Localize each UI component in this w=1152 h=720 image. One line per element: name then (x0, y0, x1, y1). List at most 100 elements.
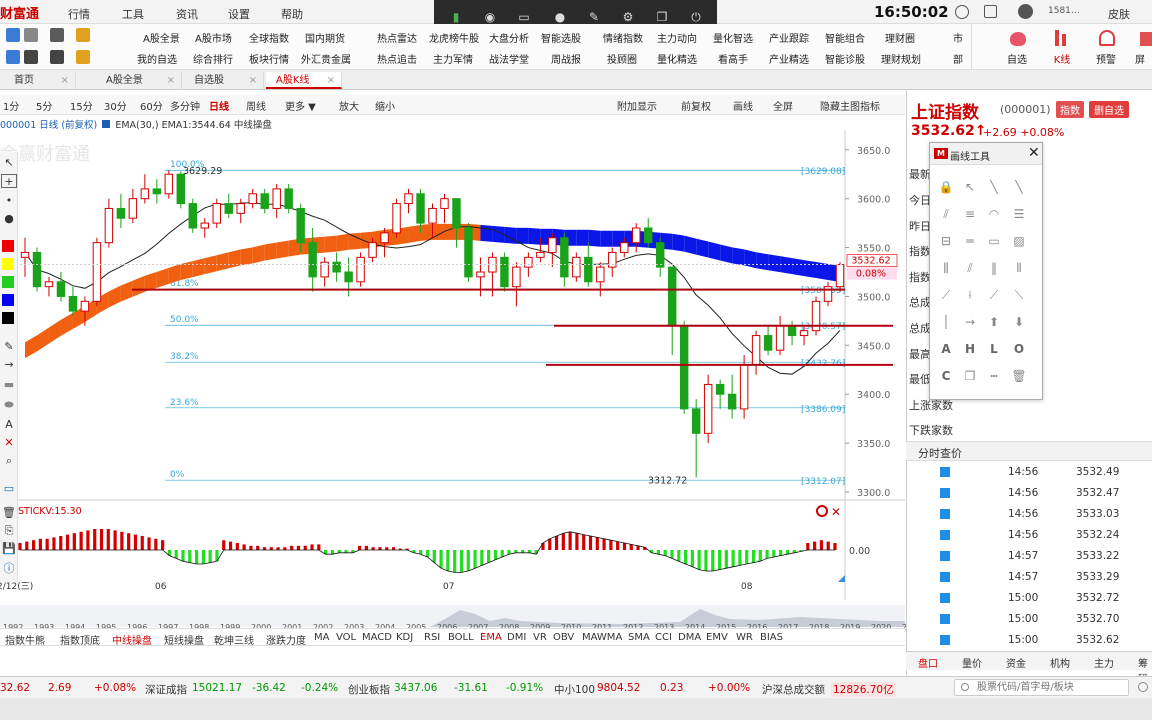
tab-funds[interactable]: 资金 (1006, 655, 1026, 670)
cy-name[interactable]: 创业板指 (348, 682, 390, 697)
andrews-icon[interactable]: ⟊ (961, 286, 979, 304)
drawing-tools-panel[interactable]: M 画线工具 ✕ 🔒 ↖ ╲ ╲ ⫽ ≡ ◠ ☰ ⊟ ═ ▭ ▨ ⫼ ⫽ ‖ ⦀… (929, 142, 1043, 400)
period-30min[interactable]: 30分 (104, 98, 127, 113)
indicator-tab[interactable]: MACD (362, 632, 392, 643)
list-icon[interactable] (24, 28, 38, 42)
copy-icon[interactable]: ❐ (961, 367, 979, 385)
forward-adjust-button[interactable]: 前复权 (681, 98, 711, 113)
cursor-icon[interactable]: ↖ (1, 156, 17, 170)
toolbar-item[interactable]: 产业精选 (769, 51, 809, 66)
toolbar-item[interactable]: 我的自选 (137, 51, 177, 66)
toolbar-item[interactable]: 投顾圈 (607, 51, 637, 66)
color-yellow[interactable] (2, 258, 14, 270)
lock-icon[interactable]: 🔒 (937, 178, 955, 196)
indicator-tab[interactable]: WR (736, 632, 753, 643)
watchlist-button[interactable]: 自选 (997, 51, 1037, 66)
indicator-tab[interactable]: MA (314, 632, 329, 643)
close-icon[interactable]: × (327, 72, 335, 89)
kline-button[interactable]: K线 (1042, 51, 1082, 66)
headset-icon[interactable] (955, 5, 969, 19)
indicator-tab[interactable]: MAWMA (582, 632, 622, 643)
toolbar-item[interactable]: 部 (953, 51, 963, 66)
indicator-tab[interactable]: BOLL (448, 632, 474, 643)
signal-icon[interactable]: ▮ (448, 10, 464, 24)
kline-chart[interactable]: 金赢财富通3300.03350.03400.03450.03500.03550.… (0, 130, 905, 605)
indicator-tab[interactable]: 涨跌力度 (266, 632, 306, 647)
screen-icon[interactable]: ▭ (516, 10, 532, 24)
arrow-right-icon[interactable]: → (961, 313, 979, 331)
up-line-icon[interactable]: ⟋ (985, 286, 1003, 304)
color-black[interactable] (2, 312, 14, 324)
extra-display-button[interactable]: 附加显示 (617, 98, 657, 113)
toolbar-item[interactable]: 看高手 (718, 51, 748, 66)
level-icon[interactable]: ☰ (1010, 205, 1028, 223)
time-zone-icon[interactable]: ⦀ (1010, 259, 1028, 277)
toolbar-item[interactable]: 龙虎榜牛股 (429, 30, 479, 45)
period-1min[interactable]: 1分 (3, 98, 19, 113)
toolbar-item[interactable]: 产业跟踪 (769, 30, 809, 45)
save-icon[interactable]: 💾 (1, 542, 17, 556)
status-icon[interactable] (1138, 682, 1148, 692)
toolbar-item[interactable]: 量化智选 (713, 30, 753, 45)
copy-icon[interactable]: ⎘ (1, 524, 17, 538)
period-60min[interactable]: 60分 (140, 98, 163, 113)
stock-search-input[interactable] (954, 679, 1129, 696)
arrow-down-icon[interactable]: ⬇ (1010, 313, 1028, 331)
toolbar-item[interactable]: 理财规划 (881, 51, 921, 66)
toolbar-item[interactable]: 全球指数 (249, 30, 289, 45)
toolbar-item[interactable]: A股市场 (195, 30, 232, 45)
tab-volume-price[interactable]: 量价 (962, 655, 982, 670)
time-sales-header[interactable]: 分时查价 (906, 441, 1152, 461)
menu-item-tools[interactable]: 工具 (122, 6, 144, 22)
pen-icon[interactable]: ✎ (586, 10, 602, 24)
skin-button[interactable]: 皮肤 (1108, 6, 1130, 22)
hide-indicator-button[interactable]: 隐藏主图指标 (820, 98, 880, 113)
dot-large-icon[interactable]: ● (1, 212, 17, 226)
indicator-tab[interactable]: 乾坤三线 (214, 632, 254, 647)
crosshair-icon[interactable]: + (1, 174, 17, 188)
gann-icon[interactable]: ▨ (1010, 232, 1028, 250)
panel-header[interactable]: M 画线工具 ✕ (930, 143, 1042, 165)
toolbar-item[interactable]: 理财圈 (885, 30, 915, 45)
close-icon[interactable]: × (249, 72, 257, 89)
message-icon[interactable] (984, 5, 997, 18)
dashed-icon[interactable]: ┅ (985, 367, 1003, 385)
rect-icon[interactable]: ▬ (1, 378, 17, 392)
toolbar-item[interactable]: 热点追击 (377, 51, 417, 66)
indicator-tab[interactable]: DMI (507, 632, 526, 643)
indicator-tab[interactable]: RSI (424, 632, 440, 643)
toolbar-item[interactable]: 战法学堂 (489, 51, 529, 66)
indicator-tab[interactable]: BIAS (760, 632, 783, 643)
period-more[interactable]: 更多 ▼ (285, 98, 316, 113)
heart-icon[interactable] (1010, 32, 1026, 46)
text-icon[interactable]: A (1, 418, 17, 432)
menu-item-quotes[interactable]: 行情 (68, 6, 90, 22)
tab-home[interactable]: 首页 × (4, 72, 76, 89)
down-line-icon[interactable]: ⟍ (1010, 286, 1028, 304)
menu-item-settings[interactable]: 设置 (228, 6, 250, 22)
draw-line-button[interactable]: 画线 (733, 98, 753, 113)
speed-fan-icon[interactable]: ⟋ (937, 286, 955, 304)
indicator-tab[interactable]: DMA (678, 632, 701, 643)
toolbar-item[interactable]: 智能诊股 (825, 51, 865, 66)
toolbar-item[interactable]: A股全景 (143, 30, 180, 45)
close-icon[interactable]: × (167, 72, 175, 89)
indicator-tab[interactable]: OBV (553, 632, 574, 643)
color-blue[interactable] (2, 294, 14, 306)
period-5min[interactable]: 5分 (36, 98, 52, 113)
text-a-icon[interactable]: A (937, 340, 955, 358)
period-daily[interactable]: 日线 (209, 98, 229, 113)
indicator-tab[interactable]: EMA (480, 632, 502, 643)
channel-icon[interactable]: ≡ (961, 205, 979, 223)
info-icon[interactable]: ⓘ (1, 560, 17, 575)
record-icon[interactable]: ◉ (482, 10, 498, 24)
indicator-tab[interactable]: 指数牛熊 (5, 632, 45, 647)
delete-icon[interactable]: ✕ (1, 436, 17, 450)
text-c-icon[interactable]: C (937, 367, 955, 385)
period-multi[interactable]: 多分钟 (170, 98, 200, 113)
tab-kline[interactable]: A股K线 × (266, 72, 342, 89)
window-icon[interactable]: ❐ (654, 10, 670, 24)
horizontal-icon[interactable]: ⊟ (937, 232, 955, 250)
zoom-out-button[interactable]: 缩小 (375, 98, 395, 113)
toolbar-item[interactable]: 主力动向 (657, 30, 697, 45)
